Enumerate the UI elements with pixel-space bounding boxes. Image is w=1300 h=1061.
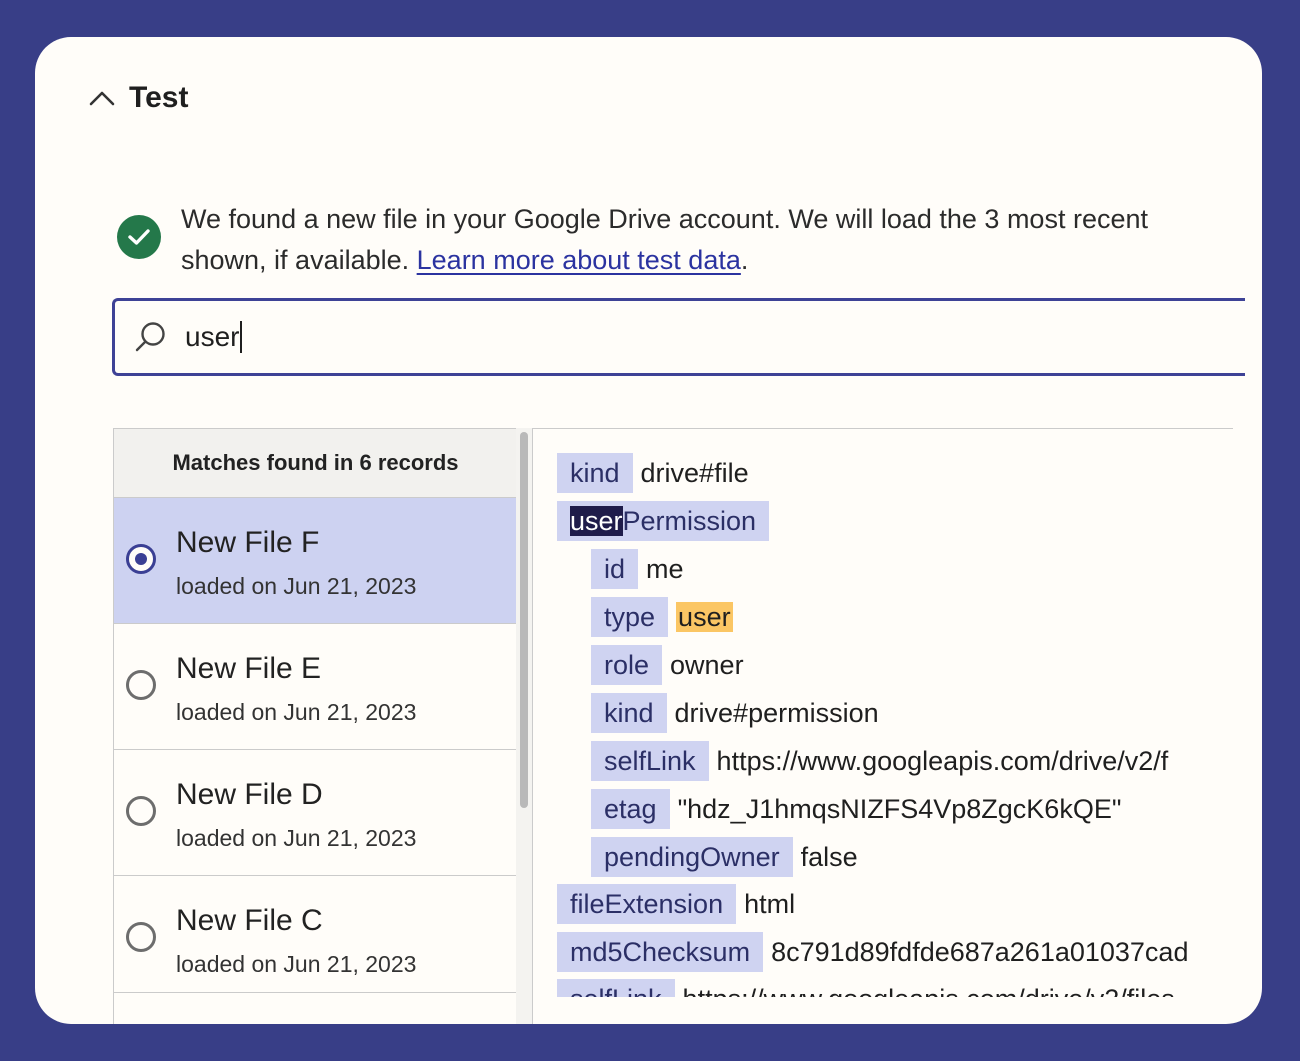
- notice-text: We found a new file in your Google Drive…: [181, 199, 1148, 281]
- scrollbar-thumb[interactable]: [520, 432, 528, 808]
- search-box[interactable]: user: [112, 298, 1245, 376]
- field-type: type user: [591, 597, 733, 637]
- record-date: loaded on Jun 21, 2023: [176, 951, 417, 977]
- text-caret: [240, 321, 243, 353]
- field-key: userPermission: [557, 501, 770, 541]
- field-role: role owner: [591, 645, 744, 685]
- field-etag: etag "hdz_J1hmqsNIZFS4Vp8ZgcK6kQE": [591, 789, 1121, 829]
- radio-unselected[interactable]: [126, 922, 156, 952]
- radio-selected[interactable]: [126, 544, 156, 574]
- field-value: html: [744, 888, 796, 919]
- record-name: New File D: [176, 778, 323, 811]
- field-self-link: selfLink https://www.googleapis.com/driv…: [591, 741, 1168, 781]
- notice-period: .: [740, 245, 749, 275]
- field-key-rest: Permission: [622, 506, 757, 536]
- field-value: user: [676, 601, 733, 633]
- field-key: md5Checksum: [557, 932, 764, 972]
- field-value: owner: [670, 649, 744, 680]
- field-user-permission[interactable]: userPermission: [557, 501, 770, 541]
- notice-line-1: We found a new file in your Google Drive…: [181, 204, 1148, 234]
- field-key: kind: [591, 693, 667, 733]
- field-key: selfLink: [591, 741, 709, 781]
- learn-more-link[interactable]: Learn more about test data: [417, 245, 741, 275]
- record-date: loaded on Jun 21, 2023: [176, 699, 417, 725]
- notice-line-2: shown, if available.: [181, 245, 417, 275]
- chevron-up-icon[interactable]: [87, 83, 117, 113]
- field-value: https://www.googleapis.com/drive/v2/f: [716, 745, 1169, 776]
- record-item-c[interactable]: New File C loaded on Jun 21, 2023: [114, 876, 517, 993]
- test-section-toggle[interactable]: Test: [87, 81, 188, 115]
- record-date: loaded on Jun 21, 2023: [176, 825, 417, 851]
- field-md5-checksum: md5Checksum 8c791d89fdfde687a261a01037ca…: [557, 932, 1188, 972]
- search-match-highlight: user: [676, 601, 733, 632]
- field-id: id me: [591, 549, 684, 589]
- success-notice: We found a new file in your Google Drive…: [117, 199, 1227, 281]
- radio-dot: [135, 553, 147, 565]
- record-date: loaded on Jun 21, 2023: [176, 573, 417, 599]
- field-pending-owner: pendingOwner false: [591, 837, 858, 877]
- check-circle-icon: [117, 215, 161, 259]
- records-list: Matches found in 6 records New File F lo…: [113, 428, 518, 1024]
- field-value: drive#file: [640, 457, 749, 488]
- field-key: fileExtension: [557, 884, 737, 924]
- field-key: id: [591, 549, 639, 589]
- record-details: kind drive#file userPermission id me typ…: [533, 428, 1233, 997]
- record-name: New File E: [176, 652, 322, 685]
- field-permission-kind: kind drive#permission: [591, 693, 879, 733]
- records-header: Matches found in 6 records: [114, 429, 517, 498]
- section-title: Test: [129, 81, 189, 114]
- test-panel: Test We found a new file in your Google …: [35, 37, 1262, 1024]
- search-input[interactable]: user: [185, 321, 239, 353]
- field-key: pendingOwner: [591, 837, 793, 877]
- field-kind: kind drive#file: [557, 453, 749, 493]
- field-value: me: [646, 553, 684, 584]
- record-item-f[interactable]: New File F loaded on Jun 21, 2023: [114, 498, 517, 624]
- radio-unselected[interactable]: [126, 796, 156, 826]
- field-key: role: [591, 645, 663, 685]
- records-scrollbar[interactable]: [516, 428, 533, 1024]
- field-value: 8c791d89fdfde687a261a01037cad: [771, 936, 1189, 967]
- field-key: etag: [591, 789, 670, 829]
- field-value: https://www.googleapis.com/drive/v2/file…: [683, 984, 1175, 998]
- field-key: type: [591, 597, 669, 637]
- field-value: drive#permission: [674, 697, 879, 728]
- search-match-highlight: user: [570, 506, 623, 536]
- search-icon: [133, 319, 169, 355]
- field-file-extension: fileExtension html: [557, 884, 795, 924]
- field-key: kind: [557, 453, 633, 493]
- field-value: false: [800, 841, 858, 872]
- radio-unselected[interactable]: [126, 670, 156, 700]
- record-item-e[interactable]: New File E loaded on Jun 21, 2023: [114, 624, 517, 750]
- field-key: selfLink: [557, 979, 675, 997]
- field-value: "hdz_J1hmqsNIZFS4Vp8ZgcK6kQE": [677, 793, 1122, 824]
- record-name: New File F: [176, 526, 320, 559]
- field-self-link-2: selfLink https://www.googleapis.com/driv…: [557, 979, 1175, 997]
- record-item-d[interactable]: New File D loaded on Jun 21, 2023: [114, 750, 517, 876]
- record-name: New File C: [176, 904, 323, 937]
